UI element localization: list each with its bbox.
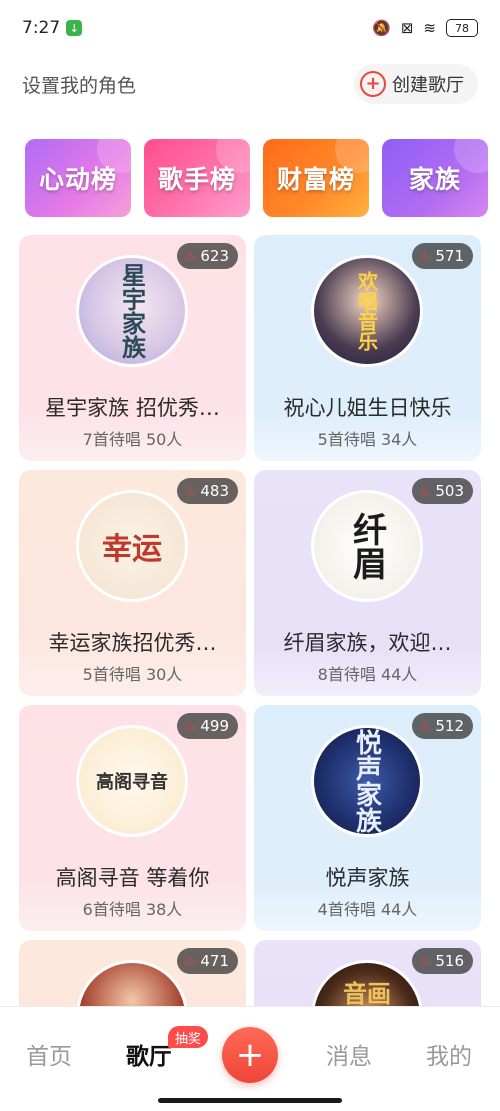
room-stats: 8首待唱 44人 <box>317 665 418 684</box>
heat-count: 623 <box>200 247 229 265</box>
heat-count: 503 <box>435 482 464 500</box>
room-stats: 7首待唱 50人 <box>82 430 183 449</box>
flame-icon: ♨ <box>418 718 432 734</box>
nav-me[interactable]: 我的 <box>426 1037 472 1071</box>
wifi-icon: ≋ <box>423 19 436 37</box>
avatar-text: 音画 <box>343 979 391 1008</box>
flame-icon: ♨ <box>418 483 432 499</box>
heat-badge: ♨ 483 <box>176 478 238 504</box>
create-room-button[interactable]: + 创建歌厅 <box>354 64 478 104</box>
heat-badge: ♨ 623 <box>176 243 238 269</box>
download-icon: ↓ <box>66 20 83 36</box>
room-avatar: 纤眉 <box>311 490 423 602</box>
room-card[interactable]: ♨ 571 欢唱音乐 祝心儿姐生日快乐 5首待唱 34人 <box>254 235 481 461</box>
heat-count: 471 <box>200 952 229 970</box>
plus-icon: + <box>235 1035 265 1075</box>
room-title: 星宇家族 招优秀… <box>45 396 220 420</box>
rank-label: 家族 <box>408 165 461 194</box>
avatar-text: 高阁寻音 <box>96 772 168 793</box>
room-stats: 4首待唱 44人 <box>317 900 418 919</box>
room-avatar: 幸运 <box>76 490 188 602</box>
room-stats: 6首待唱 38人 <box>82 900 183 919</box>
heat-count: 499 <box>200 717 229 735</box>
heat-badge: ♨ 571 <box>411 243 473 269</box>
flame-icon: ♨ <box>183 953 197 969</box>
avatar-text: 悦声家族 <box>351 729 382 833</box>
avatar-text: 星宇家族 <box>117 263 146 359</box>
lottery-badge[interactable]: 抽奖 <box>168 1026 209 1048</box>
room-avatar: 星宇家族 <box>76 255 188 367</box>
heat-count: 512 <box>435 717 464 735</box>
rank-label: 财富榜 <box>276 165 355 194</box>
room-title: 幸运家族招优秀… <box>48 631 217 655</box>
rank-family-banner[interactable]: 家族 <box>382 139 488 217</box>
room-card[interactable]: ♨ 623 星宇家族 星宇家族 招优秀… 7首待唱 50人 <box>19 235 246 461</box>
heat-badge: ♨ 516 <box>411 948 473 974</box>
room-avatar: 欢唱音乐 <box>311 255 423 367</box>
status-icons: 🔕 ⊠ ≋ 78 <box>372 19 478 37</box>
plus-circle-icon: + <box>360 71 386 97</box>
flame-icon: ♨ <box>183 483 197 499</box>
heat-count: 483 <box>200 482 229 500</box>
avatar-text: 纤眉 <box>346 512 387 580</box>
room-title: 纤眉家族，欢迎… <box>283 631 452 655</box>
room-stats: 5首待唱 34人 <box>317 430 418 449</box>
room-card[interactable]: ♨ 499 高阁寻音 高阁寻音 等着你 6首待唱 38人 <box>19 705 246 931</box>
room-avatar: 悦声家族 <box>311 725 423 837</box>
avatar-text: 幸运 <box>102 532 162 567</box>
mute-bell-icon: 🔕 <box>372 19 391 37</box>
room-card[interactable]: ♨ 483 幸运 幸运家族招优秀… 5首待唱 30人 <box>19 470 246 696</box>
room-avatar: 高阁寻音 <box>76 725 188 837</box>
create-room-label: 创建歌厅 <box>392 75 464 96</box>
rank-banners: 心动榜 歌手榜 财富榜 家族 <box>25 139 500 217</box>
home-bar[interactable] <box>158 1098 342 1103</box>
room-title: 祝心儿姐生日快乐 <box>283 396 452 420</box>
rank-wealth-banner[interactable]: 财富榜 <box>263 139 369 217</box>
room-card[interactable]: ♨ 503 纤眉 纤眉家族，欢迎… 8首待唱 44人 <box>254 470 481 696</box>
heat-badge: ♨ 471 <box>176 948 238 974</box>
nav-home[interactable]: 首页 <box>26 1037 72 1071</box>
heat-badge: ♨ 503 <box>411 478 473 504</box>
rank-label: 歌手榜 <box>157 165 236 194</box>
top-header: 设置我的角色 + 创建歌厅 <box>0 62 500 106</box>
status-time: 7:27 <box>22 18 61 38</box>
set-role-link[interactable]: 设置我的角色 <box>22 71 136 98</box>
flame-icon: ♨ <box>418 953 432 969</box>
flame-icon: ♨ <box>418 248 432 264</box>
room-grid: ♨ 623 星宇家族 星宇家族 招优秀… 7首待唱 50人 ♨ 571 欢唱音乐 祝… <box>19 235 481 1111</box>
flame-icon: ♨ <box>183 248 197 264</box>
nav-karaoke-hall[interactable]: 歌厅 <box>126 1037 172 1071</box>
bottom-nav: 首页 歌厅 抽奖 + 消息 我的 <box>0 1006 500 1092</box>
room-card[interactable]: ♨ 512 悦声家族 悦声家族 4首待唱 44人 <box>254 705 481 931</box>
heat-count: 516 <box>435 952 464 970</box>
room-stats: 5首待唱 30人 <box>82 665 183 684</box>
avatar-text: 欢唱音乐 <box>354 271 379 351</box>
nav-messages[interactable]: 消息 <box>326 1037 372 1071</box>
room-title: 悦声家族 <box>325 866 410 890</box>
rank-singer-banner[interactable]: 歌手榜 <box>144 139 250 217</box>
heat-badge: ♨ 499 <box>176 713 238 739</box>
heat-count: 571 <box>435 247 464 265</box>
home-indicator <box>0 1092 500 1111</box>
no-sim-icon: ⊠ <box>400 19 414 37</box>
battery-level: 78 <box>455 21 469 35</box>
add-button[interactable]: + <box>222 1027 278 1083</box>
heat-badge: ♨ 512 <box>411 713 473 739</box>
status-bar: 7:27 ↓ 🔕 ⊠ ≋ 78 <box>0 0 500 56</box>
battery-icon: 78 <box>446 19 478 37</box>
room-title: 高阁寻音 等着你 <box>55 866 210 890</box>
rank-heartbeat-banner[interactable]: 心动榜 <box>25 139 131 217</box>
rank-label: 心动榜 <box>38 165 117 194</box>
flame-icon: ♨ <box>183 718 197 734</box>
